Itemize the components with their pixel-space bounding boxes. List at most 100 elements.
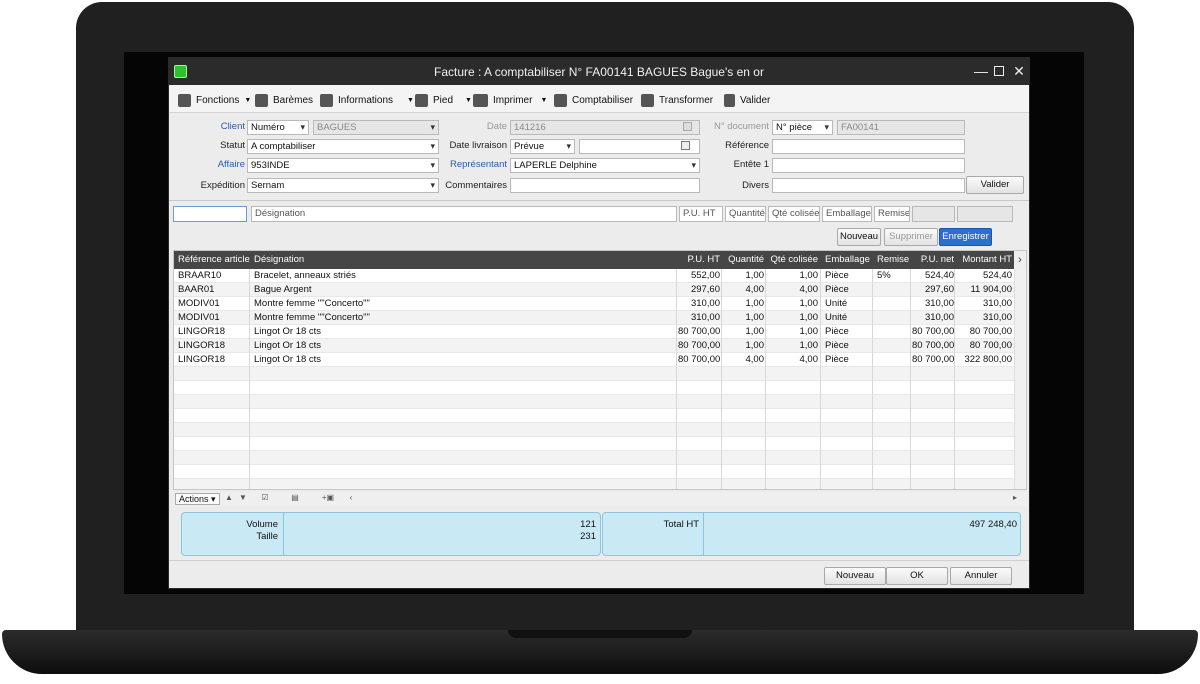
comptabiliser-button[interactable]: Comptabiliser — [554, 92, 633, 108]
expedition-select[interactable]: Sernam — [247, 178, 439, 193]
table-row[interactable] — [174, 395, 1016, 409]
table-row[interactable]: BRAAR10 Bracelet, anneaux striés 552,00 1,0… — [174, 269, 1016, 283]
table-row[interactable] — [174, 437, 1016, 451]
scroll-right-button[interactable]: › — [1014, 251, 1026, 269]
close-button[interactable]: ✕ — [1009, 62, 1029, 80]
scroll-right-icon[interactable]: ▸ — [1009, 493, 1021, 505]
table-row[interactable]: MODIV01 Montre femme ""Concerto"" 310,00 1,… — [174, 311, 1016, 325]
representant-label[interactable]: Représentant — [439, 159, 507, 170]
cell-pu-ht: 310,00 — [690, 312, 720, 323]
annuler-button[interactable]: Annuler — [950, 567, 1012, 585]
representant-select[interactable]: LAPERLE Delphine — [510, 158, 700, 173]
cell-pu-net: 80 700,00 — [912, 340, 955, 351]
cell-quantite: 4,00 — [745, 354, 765, 365]
nouveau-line-button[interactable]: Nouveau — [837, 228, 881, 246]
col-pu-ht-header[interactable]: P.U. HT — [678, 254, 720, 265]
check-icon[interactable]: ☑ — [259, 493, 271, 505]
cell-pu-ht: 552,00 — [690, 270, 720, 281]
scroll-left-icon[interactable]: ‹ — [345, 493, 357, 505]
client-label[interactable]: Client — [189, 121, 245, 132]
client-type-select[interactable]: Numéro — [247, 120, 309, 135]
move-up-icon[interactable]: ▲ — [223, 493, 235, 505]
divers-field[interactable] — [772, 178, 965, 193]
volume-totals-panel: Volume Taille 121 231 — [181, 512, 601, 556]
entry-designation-field[interactable]: Désignation — [251, 206, 677, 222]
nouveau-button[interactable]: Nouveau — [824, 567, 886, 585]
vertical-scrollbar[interactable] — [1014, 269, 1026, 489]
entry-qte-colisee-field[interactable]: Qté colisée — [768, 206, 820, 222]
table-row[interactable] — [174, 465, 1016, 479]
col-pu-net-header[interactable]: P.U. net — [912, 254, 954, 265]
calendar-icon[interactable] — [681, 141, 690, 150]
entry-quantite-field[interactable]: Quantité — [725, 206, 766, 222]
no-document-type-select[interactable]: N° pièce — [772, 120, 833, 135]
cell-reference: MODIV01 — [178, 298, 220, 309]
cell-montant: 524,40 — [982, 270, 1012, 281]
col-qte-colisee-header[interactable]: Qté colisée — [768, 254, 818, 265]
col-montant-header[interactable]: Montant HT — [956, 254, 1012, 265]
lines-table: Référence article Désignation P.U. HT Qu… — [173, 250, 1027, 490]
entete-field[interactable] — [772, 158, 965, 173]
affaire-select[interactable]: 953INDE — [247, 158, 439, 173]
form-splitter[interactable] — [169, 200, 1029, 203]
table-row[interactable]: LINGOR18 Lingot Or 18 cts 80 700,00 4,00 4,0… — [174, 353, 1016, 367]
entry-emballage-field[interactable]: Emballage — [822, 206, 872, 222]
reference-label: Référence — [725, 140, 769, 151]
list-icon[interactable]: ▤ — [289, 493, 301, 505]
amount-totals-panel: Total HT 497 248,40 — [602, 512, 1021, 556]
enregistrer-line-button[interactable]: Enregistrer — [939, 228, 992, 246]
supprimer-line-button[interactable]: Supprimer — [884, 228, 938, 246]
cell-emballage: Unité — [825, 312, 848, 323]
table-row[interactable]: BAAR01 Bague Argent 297,60 4,00 4,00 Pièce 297… — [174, 283, 1016, 297]
volume-label: Volume — [246, 519, 278, 530]
col-designation-header[interactable]: Désignation — [254, 254, 304, 265]
cell-qte-colisee: 1,00 — [799, 270, 819, 281]
table-row[interactable] — [174, 381, 1016, 395]
pied-menu[interactable]: Pied ▼ — [415, 92, 472, 108]
entry-pu-ht-field[interactable]: P.U. HT — [679, 206, 723, 222]
table-row[interactable] — [174, 451, 1016, 465]
calendar-icon — [683, 122, 692, 131]
date-livraison-type-select[interactable]: Prévue — [510, 139, 575, 154]
dialog-button-bar: Nouveau OK Annuler — [169, 560, 1029, 588]
table-row[interactable] — [174, 423, 1016, 437]
add-line-icon[interactable]: +▣ — [319, 493, 337, 505]
cell-pu-net: 310,00 — [924, 298, 954, 309]
col-remise-header[interactable]: Remise — [877, 254, 909, 265]
informations-menu[interactable]: Informations ▼ — [320, 92, 414, 108]
transformer-button[interactable]: Transformer — [641, 92, 713, 108]
valider-form-button[interactable]: Valider — [966, 176, 1024, 194]
affaire-label[interactable]: Affaire — [189, 159, 245, 170]
cell-designation: Bague Argent — [254, 284, 312, 295]
no-document-label: N° document — [713, 121, 769, 132]
table-row[interactable]: LINGOR18 Lingot Or 18 cts 80 700,00 1,00 1,0… — [174, 339, 1016, 353]
total-ht-value: 497 248,40 — [969, 519, 1017, 530]
maximize-button[interactable] — [989, 62, 1009, 80]
baremes-button[interactable]: Barèmes — [255, 92, 313, 108]
cell-pu-net: 524,40 — [924, 270, 954, 281]
col-reference-header[interactable]: Référence article — [178, 254, 250, 265]
cell-reference: LINGOR18 — [178, 354, 225, 365]
expedition-label: Expédition — [200, 180, 245, 191]
reference-field[interactable] — [772, 139, 965, 154]
table-row[interactable] — [174, 409, 1016, 423]
commentaires-field[interactable] — [510, 178, 700, 193]
table-row[interactable] — [174, 479, 1016, 489]
imprimer-menu[interactable]: Imprimer ▼ — [473, 92, 547, 108]
fonctions-menu[interactable]: Fonctions ▼ — [178, 92, 251, 108]
ok-button[interactable]: OK — [886, 567, 948, 585]
cell-reference: BAAR01 — [178, 284, 215, 295]
move-down-icon[interactable]: ▼ — [237, 493, 249, 505]
col-emballage-header[interactable]: Emballage — [825, 254, 870, 265]
statut-select[interactable]: A comptabiliser — [247, 139, 439, 154]
col-quantite-header[interactable]: Quantité — [724, 254, 764, 265]
table-row[interactable]: LINGOR18 Lingot Or 18 cts 80 700,00 1,00 1,0… — [174, 325, 1016, 339]
entry-remise-field[interactable]: Remise — [874, 206, 910, 222]
table-row[interactable] — [174, 367, 1016, 381]
valider-toolbar-button[interactable]: Valider — [724, 92, 770, 108]
table-row[interactable]: MODIV01 Montre femme ""Concerto"" 310,00 1,… — [174, 297, 1016, 311]
cell-pu-ht: 80 700,00 — [678, 340, 721, 351]
entry-reference-field[interactable] — [173, 206, 247, 222]
minimize-button[interactable]: — — [971, 62, 991, 80]
actions-menu[interactable]: Actions ▾ — [175, 493, 220, 505]
